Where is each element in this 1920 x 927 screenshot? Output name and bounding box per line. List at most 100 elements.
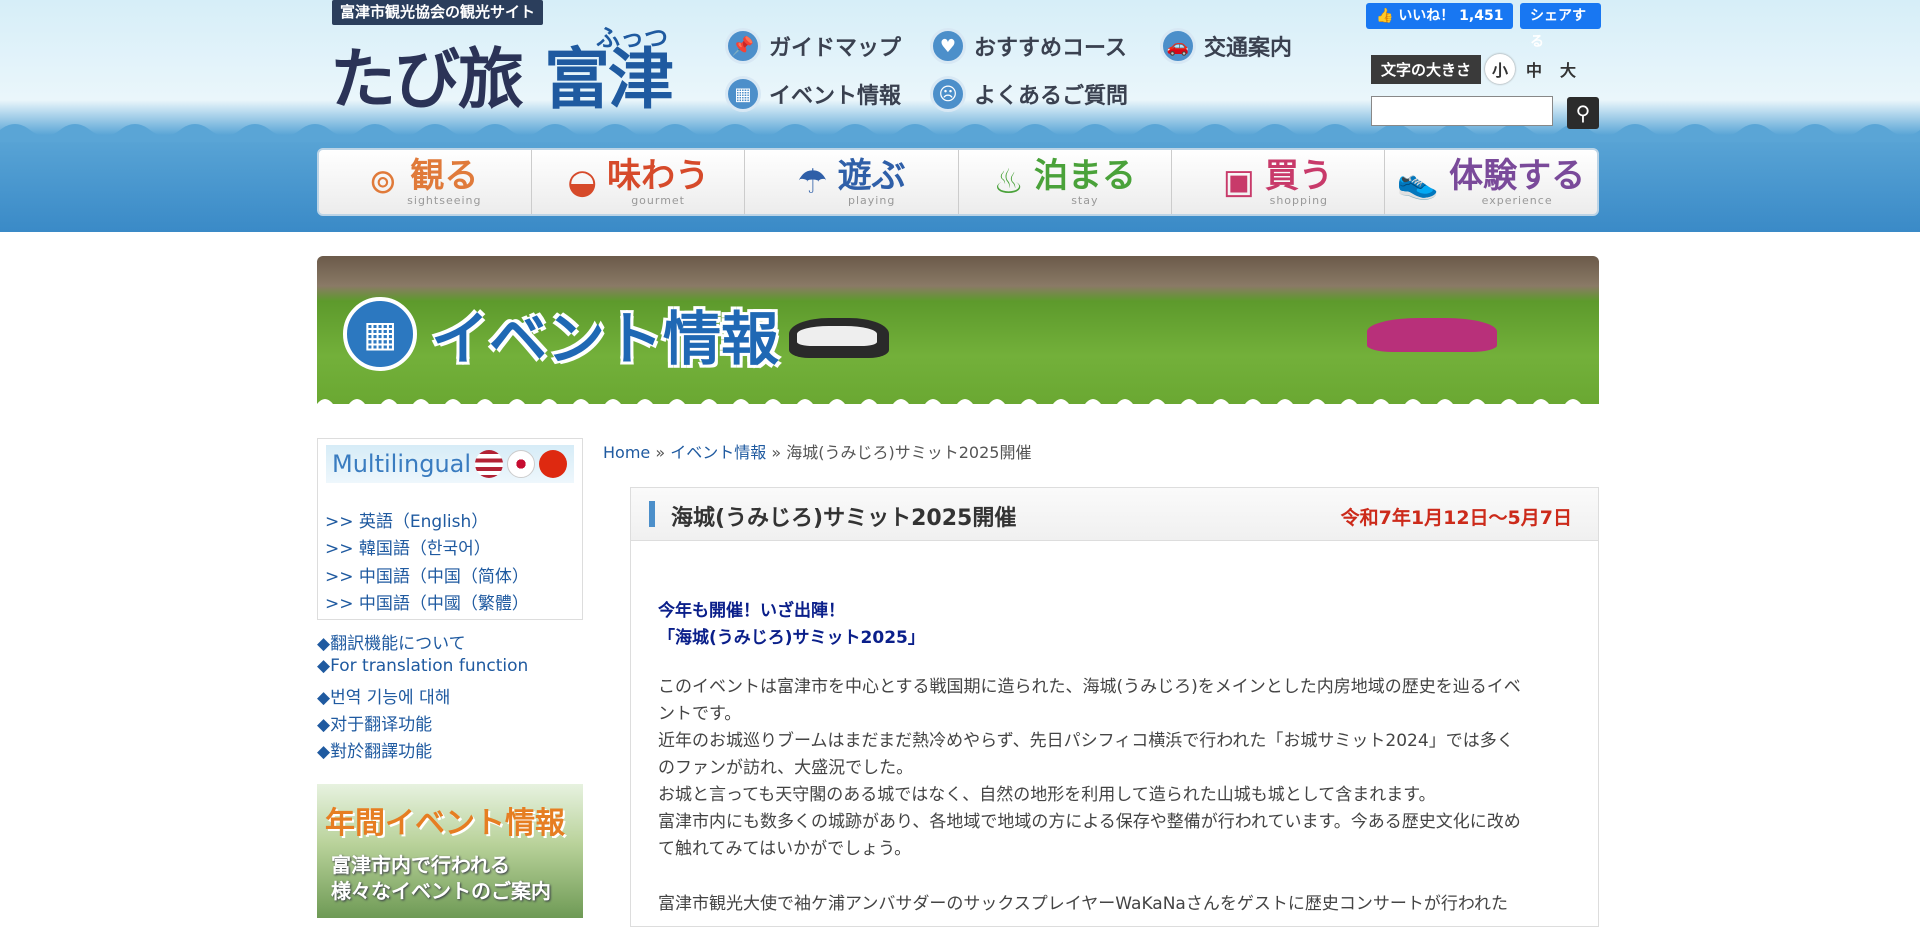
- category-label: 観る: [410, 155, 479, 196]
- article-paragraph-line: 富津市内にも数多くの城跡があり、各地域で地域の方による保存や整備が行われています…: [658, 812, 1521, 832]
- translation-link[interactable]: ◆对于翻译功能: [317, 710, 432, 735]
- category-label: 遊ぶ: [837, 155, 906, 196]
- china-flag-icon: [539, 450, 568, 478]
- article-paragraph-line: このイベントは富津市を中心とする戦国期に造られた、海城(うみじろ)をメインとした…: [658, 677, 1521, 697]
- search-icon: ⚲: [1575, 101, 1591, 125]
- banner-title: 年間イベント情報: [325, 806, 565, 841]
- article-paragraph-line: て触れてみてはいかがでしょう。: [658, 839, 912, 859]
- hero-banner: ▦ イベント情報: [317, 256, 1599, 404]
- banner-subtitle: 富津市内で行われる 様々なイベントのご案内: [331, 852, 551, 904]
- thumbs-up-icon: 👍: [1376, 8, 1399, 24]
- facebook-share-button[interactable]: シェアする: [1520, 3, 1601, 50]
- font-size-label: 文字の大きさ: [1371, 54, 1482, 84]
- event-article: 海城(うみじろ)サミット2025開催 令和7年1月12日〜5月7日 今年も開催！…: [630, 487, 1599, 927]
- top-nav: 📌 ガイドマップ ♥ おすすめコース 🚗 交通案内 ▦ イベント情報 ☹ よくあるご質問: [725, 28, 1305, 124]
- nav-traffic[interactable]: 🚗 交通案内: [1160, 28, 1292, 64]
- heart-icon: ♥: [930, 28, 966, 64]
- multilingual-box: Multilingual >> 英語（English） >> 韓国語（한국어） …: [317, 438, 583, 620]
- logo-ruby: ふっつ: [596, 24, 668, 52]
- search-input[interactable]: [1371, 96, 1553, 126]
- breadcrumb: Home » イベント情報 » 海城(うみじろ)サミット2025開催: [603, 439, 1031, 463]
- nav-label: 交通案内: [1204, 36, 1293, 61]
- shoe-icon: 👟: [1396, 162, 1440, 202]
- category-experience[interactable]: 👟 体験する experience: [1385, 150, 1597, 214]
- article-lead: 今年も開催！いざ出陣！: [658, 601, 845, 621]
- translation-link[interactable]: ◆對於翻譯功能: [317, 737, 432, 762]
- title-accent-bar: [649, 501, 655, 527]
- article-paragraph-line: のファンが訪れ、大盛況でした。: [658, 758, 914, 778]
- category-sublabel: sightseeing: [407, 193, 482, 207]
- banner-subtitle-line: 様々なイベントのご案内: [331, 879, 551, 903]
- category-playing[interactable]: ☂ 遊ぶ playing: [745, 150, 959, 214]
- nav-label: おすすめコース: [974, 36, 1127, 61]
- site-logo[interactable]: ふっつ たび旅 富津: [330, 24, 674, 126]
- category-label: 泊まる: [1033, 155, 1136, 196]
- category-sublabel: stay: [1071, 193, 1099, 207]
- breadcrumb-separator: »: [655, 443, 666, 462]
- facebook-like-button[interactable]: 👍 いいね！ 1,451: [1366, 3, 1514, 29]
- hero-scallop: [317, 399, 1599, 404]
- breadcrumb-separator: »: [771, 443, 782, 462]
- article-header: 海城(うみじろ)サミット2025開催 令和7年1月12日〜5月7日: [631, 488, 1598, 541]
- nav-event-info[interactable]: ▦ イベント情報: [725, 76, 901, 112]
- font-size-large[interactable]: 大: [1553, 54, 1583, 84]
- article-paragraph-line: お城と言っても天守閣のある城ではなく、自然の地形を利用して造られた山城も城として…: [658, 785, 1436, 805]
- calendar-icon: ▦: [343, 297, 417, 371]
- logo-tabitabi: たび旅: [330, 41, 524, 118]
- breadcrumb-home[interactable]: Home: [603, 443, 650, 462]
- pushpin-icon: 📌: [725, 28, 761, 64]
- lang-link-chinese-traditional[interactable]: >> 中国語（中國（繁體）: [325, 589, 529, 614]
- search-button[interactable]: ⚲: [1567, 97, 1599, 129]
- gift-icon: ▣: [1222, 162, 1255, 202]
- category-shopping[interactable]: ▣ 買う shopping: [1172, 150, 1385, 214]
- font-size-medium[interactable]: 中: [1519, 54, 1549, 84]
- category-sublabel: gourmet: [631, 193, 685, 207]
- car-icon: 🚗: [1160, 28, 1196, 64]
- category-sublabel: experience: [1481, 193, 1553, 207]
- category-nav: ⊚ 観る sightseeing ◒ 味わう gourmet ☂ 遊ぶ playing…: [317, 148, 1599, 216]
- translation-link[interactable]: ◆翻訳機能について: [317, 629, 466, 654]
- hero-title: ▦ イベント情報: [343, 292, 779, 376]
- category-sublabel: playing: [848, 193, 896, 207]
- question-face-icon: ☹: [930, 76, 966, 112]
- breadcrumb-current: 海城(うみじろ)サミット2025開催: [786, 443, 1032, 462]
- lang-link-chinese-simplified[interactable]: >> 中国語（中国（简体）: [325, 562, 529, 587]
- lang-link-english[interactable]: >> 英語（English）: [325, 507, 488, 532]
- parasol-icon: ☂: [797, 162, 828, 202]
- binoculars-icon: ⊚: [368, 162, 398, 202]
- nav-recommended-course[interactable]: ♥ おすすめコース: [930, 28, 1127, 64]
- article-paragraph-line: ントです。: [658, 704, 742, 724]
- category-label: 味わう: [607, 155, 710, 196]
- annual-event-banner[interactable]: 年間イベント情報 富津市内で行われる 様々なイベントのご案内: [317, 784, 583, 918]
- nav-label: よくあるご質問: [974, 84, 1129, 109]
- hero-title-text: イベント情報: [431, 305, 780, 373]
- category-gourmet[interactable]: ◒ 味わう gourmet: [532, 150, 746, 214]
- translation-link[interactable]: ◆For translation function: [317, 656, 528, 676]
- multilingual-header: Multilingual: [326, 445, 574, 483]
- article-title: 海城(うみじろ)サミット2025開催: [671, 506, 1017, 531]
- article-paragraph-line: 富津市観光大使で袖ケ浦アンバサダーのサックスプレイヤーWaKaNaさんをゲストに…: [658, 894, 1508, 914]
- nav-label: イベント情報: [769, 84, 902, 109]
- calendar-icon: ▦: [725, 76, 761, 112]
- breadcrumb-event-info[interactable]: イベント情報: [670, 443, 766, 462]
- lang-link-korean[interactable]: >> 韓国語（한국어）: [325, 534, 491, 559]
- translation-link[interactable]: ◆번역 기능에 대해: [317, 683, 450, 708]
- multilingual-label: Multilingual: [332, 450, 472, 478]
- category-label: 買う: [1264, 155, 1333, 196]
- category-stay[interactable]: ♨ 泊まる stay: [959, 150, 1172, 214]
- rice-bowl-icon: ◒: [567, 162, 598, 202]
- article-lead: 「海城(うみじろ)サミット2025」: [658, 628, 925, 648]
- nav-guide-map[interactable]: 📌 ガイドマップ: [725, 28, 901, 64]
- article-paragraph-line: 近年のお城巡りブームはまだまだ熱冷めやらず、先日パシフィコ横浜で行われた「お城サ…: [658, 731, 1514, 751]
- font-size-control: 文字の大きさ 小 中 大: [1371, 54, 1583, 84]
- hero-shoe-shape: [797, 326, 877, 346]
- site-badge: 富津市観光協会の観光サイト: [332, 0, 544, 25]
- banner-subtitle-line: 富津市内で行われる: [331, 853, 510, 877]
- font-size-small[interactable]: 小: [1485, 54, 1516, 84]
- like-label: いいね！ 1,451: [1398, 8, 1504, 24]
- nav-label: ガイドマップ: [769, 36, 902, 61]
- nav-faq[interactable]: ☹ よくあるご質問: [930, 76, 1128, 112]
- hero-shoe-shape: [1367, 318, 1497, 352]
- category-sightseeing[interactable]: ⊚ 観る sightseeing: [319, 150, 533, 214]
- event-date: 令和7年1月12日〜5月7日: [1340, 507, 1572, 529]
